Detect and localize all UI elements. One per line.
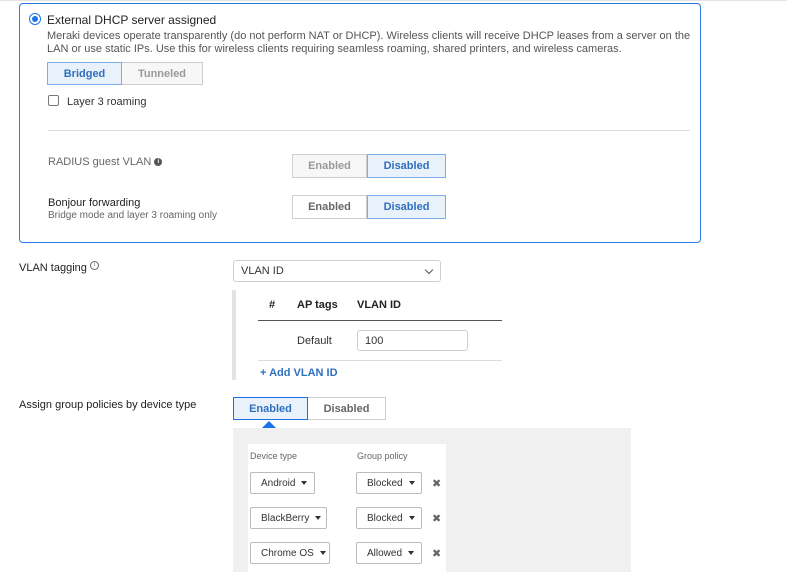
- vlan-table-row-rule: [258, 360, 502, 361]
- bridged-button[interactable]: Bridged: [47, 62, 122, 85]
- info-icon[interactable]: i: [154, 158, 163, 167]
- vlan-id-input[interactable]: 100: [357, 330, 468, 351]
- caret-down-icon: [315, 516, 322, 520]
- radius-guest-vlan-text: RADIUS guest VLAN: [48, 156, 152, 168]
- group-policy-dropdown[interactable]: Blocked: [356, 507, 422, 529]
- vlan-table-header-vlan-id: VLAN ID: [357, 299, 401, 311]
- bonjour-disabled-button[interactable]: Disabled: [367, 195, 446, 219]
- dhcp-option-title: External DHCP server assigned: [47, 13, 217, 27]
- dhcp-radio-button[interactable]: [29, 13, 41, 25]
- selection-pointer-arrow: [262, 421, 276, 428]
- device-type-dropdown[interactable]: Android: [250, 472, 315, 494]
- bonjour-toggle: Enabled Disabled: [292, 195, 446, 219]
- caret-down-icon: [408, 516, 415, 520]
- info-icon[interactable]: i: [89, 261, 99, 270]
- mode-toggle: Bridged Tunneled: [47, 62, 203, 85]
- group-policies-toggle: Enabled Disabled: [233, 397, 386, 420]
- vlan-tagging-label: VLAN tagging i: [19, 261, 99, 274]
- device-type-dropdown[interactable]: Chrome OS: [250, 542, 330, 564]
- group-policy-column-header: Group policy: [357, 451, 408, 461]
- bonjour-forwarding-sublabel: Bridge mode and layer 3 roaming only: [48, 210, 217, 221]
- device-type-value: Android: [261, 477, 296, 489]
- dhcp-option-description: Meraki devices operate transparently (do…: [47, 30, 691, 55]
- caret-down-icon: [319, 551, 326, 555]
- vlan-tagging-select[interactable]: VLAN ID: [233, 260, 441, 282]
- layer3-roaming-checkbox[interactable]: [48, 95, 59, 106]
- caret-down-icon: [301, 481, 308, 485]
- tunneled-button[interactable]: Tunneled: [122, 62, 203, 85]
- vlan-table-indent-bar: [232, 290, 236, 380]
- device-type-column-header: Device type: [250, 451, 298, 461]
- caret-down-icon: [408, 551, 415, 555]
- group-policy-value: Blocked: [367, 477, 403, 489]
- vlan-table-header-ap-tags: AP tags: [297, 299, 338, 311]
- device-type-value: BlackBerry: [261, 512, 310, 524]
- group-policy-dropdown[interactable]: Blocked: [356, 472, 422, 494]
- vlan-tagging-select-value: VLAN ID: [241, 265, 284, 277]
- radius-disabled-button[interactable]: Disabled: [367, 154, 446, 178]
- section-divider: [48, 130, 690, 131]
- group-policy-dropdown[interactable]: Allowed: [356, 542, 422, 564]
- close-icon[interactable]: ✖: [432, 477, 441, 490]
- group-policies-label: Assign group policies by device type: [19, 399, 197, 411]
- group-policies-disabled-button[interactable]: Disabled: [308, 397, 386, 420]
- vlan-table-header-rule: [258, 320, 502, 321]
- add-vlan-id-link[interactable]: + Add VLAN ID: [260, 367, 338, 379]
- vlan-table-header-number: #: [269, 299, 276, 311]
- vlan-row-ap-tags: Default: [297, 335, 332, 347]
- close-icon[interactable]: ✖: [432, 512, 441, 525]
- top-divider: [0, 0, 787, 1]
- radius-guest-vlan-label: RADIUS guest VLAN i: [48, 156, 163, 168]
- caret-down-icon: [408, 481, 415, 485]
- chevron-down-icon: [424, 265, 434, 275]
- close-icon[interactable]: ✖: [432, 547, 441, 560]
- vlan-tagging-text: VLAN tagging: [19, 262, 87, 274]
- group-policy-value: Blocked: [367, 512, 403, 524]
- vlan-id-input-value: 100: [365, 334, 384, 347]
- bonjour-forwarding-label: Bonjour forwarding: [48, 197, 141, 209]
- bonjour-enabled-button[interactable]: Enabled: [292, 195, 367, 219]
- layer3-roaming-label: Layer 3 roaming: [67, 96, 147, 108]
- radius-enabled-button[interactable]: Enabled: [292, 154, 367, 178]
- group-policy-value: Allowed: [367, 547, 403, 559]
- device-type-dropdown[interactable]: BlackBerry: [250, 507, 327, 529]
- group-policies-enabled-button[interactable]: Enabled: [233, 397, 308, 420]
- device-type-value: Chrome OS: [261, 547, 314, 559]
- radius-guest-vlan-toggle: Enabled Disabled: [292, 154, 446, 178]
